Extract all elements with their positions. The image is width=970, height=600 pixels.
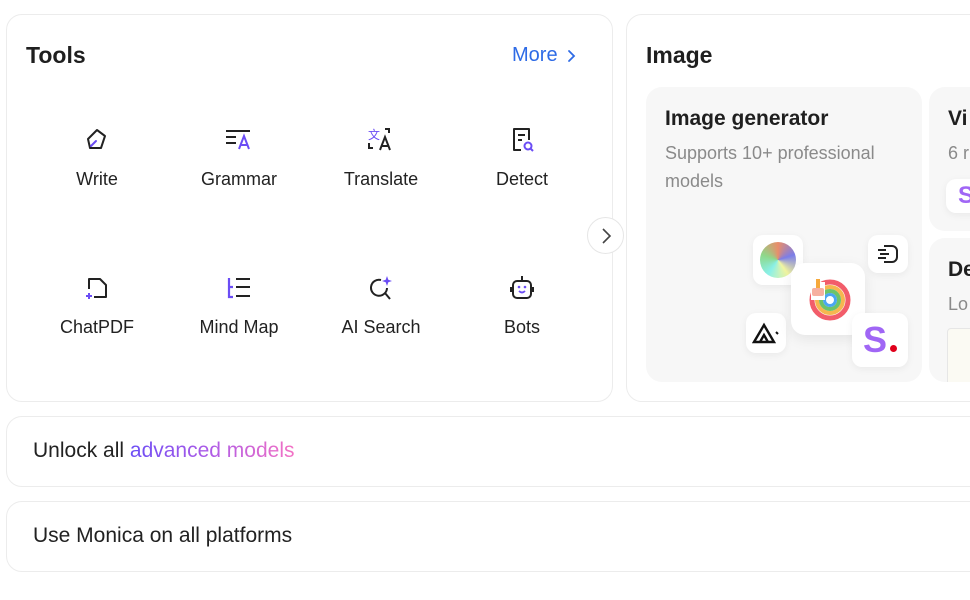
- video-card-desc: 6 r: [948, 143, 970, 163]
- platforms-text: Use Monica on all platforms: [33, 524, 293, 547]
- bot-icon: [510, 276, 534, 299]
- image-title: Image: [646, 42, 713, 68]
- design-card-title: De: [948, 258, 970, 281]
- grammar-icon: [226, 130, 250, 150]
- tool-label: AI Search: [341, 317, 421, 337]
- translate-icon: 文: [368, 127, 391, 151]
- svg-text:文: 文: [368, 127, 380, 142]
- tool-ai-search[interactable]: AI Search: [321, 273, 441, 338]
- model-logo-s-small: S: [946, 179, 970, 213]
- image-generator-desc: Supports 10+ professional models: [665, 143, 875, 191]
- mindmap-icon: [227, 278, 250, 299]
- tool-bots[interactable]: Bots: [462, 273, 582, 338]
- tool-grammar[interactable]: Grammar: [179, 125, 299, 190]
- ai-search-icon: [370, 276, 392, 300]
- detect-icon: [513, 128, 534, 152]
- model-logo-brain: [868, 235, 908, 273]
- unlock-highlight: advanced models: [129, 439, 295, 462]
- rainbow-brush-icon: [809, 279, 851, 321]
- tool-translate[interactable]: 文 Translate: [321, 125, 441, 190]
- next-page-button[interactable]: [587, 217, 624, 254]
- image-generator-title: Image generator: [665, 107, 829, 130]
- video-card[interactable]: Vi 6 r S: [929, 87, 970, 231]
- tool-label: Mind Map: [199, 317, 279, 337]
- tool-label: Write: [76, 169, 118, 189]
- tool-label: Bots: [503, 317, 541, 337]
- chevron-right-icon: [601, 227, 611, 244]
- tool-label: Grammar: [201, 169, 277, 189]
- platforms-banner[interactable]: Use Monica on all platforms: [6, 501, 970, 572]
- tools-title: Tools: [26, 42, 86, 68]
- brain-icon: [878, 245, 898, 263]
- tool-chatpdf[interactable]: ChatPDF: [37, 273, 157, 338]
- image-generator-card[interactable]: Image generator Supports 10+ professiona…: [646, 87, 922, 382]
- image-card: Image Image generator Supports 10+ profe…: [626, 14, 970, 402]
- pen-icon: [87, 129, 106, 149]
- more-label: More: [512, 44, 558, 66]
- tool-label: Translate: [343, 169, 419, 189]
- tools-card: Tools More Write Grammar 文 Translate Det…: [6, 14, 624, 402]
- tool-write[interactable]: Write: [37, 125, 157, 190]
- chevron-right-icon: [567, 49, 575, 62]
- more-link[interactable]: More: [512, 44, 576, 67]
- chatpdf-icon: [86, 278, 107, 299]
- design-card-desc: Lo: [948, 294, 969, 314]
- tool-label: ChatPDF: [59, 317, 135, 337]
- design-preview-image: [947, 328, 970, 382]
- tool-label: Detect: [495, 169, 549, 189]
- video-card-title: Vi: [948, 107, 968, 130]
- tool-mindmap[interactable]: Mind Map: [179, 273, 299, 338]
- model-logo-triangle: [746, 313, 786, 353]
- design-card[interactable]: De Lo: [929, 238, 970, 382]
- unlock-models-banner[interactable]: Unlock all advanced models: [6, 416, 970, 487]
- s-logo-icon: S: [862, 319, 887, 360]
- triangle-logo-icon: [752, 322, 779, 344]
- tool-detect[interactable]: Detect: [462, 125, 582, 190]
- unlock-prefix: Unlock all: [33, 439, 125, 462]
- model-logo-s: S: [852, 313, 908, 367]
